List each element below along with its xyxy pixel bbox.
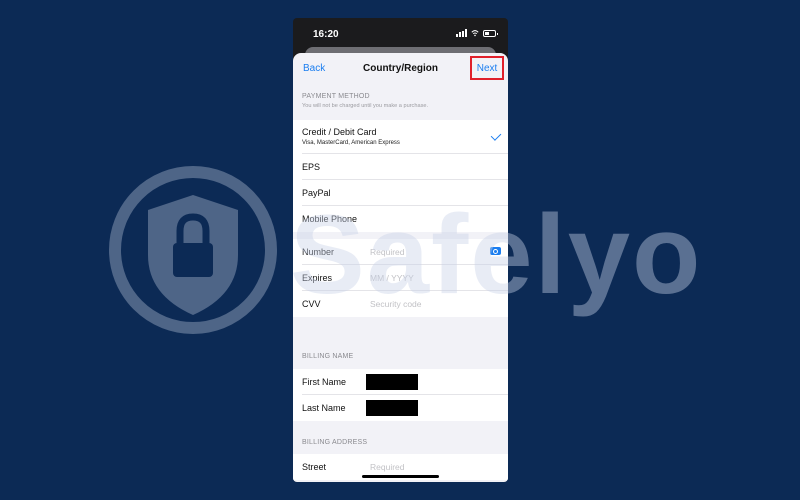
status-icons: [456, 29, 498, 37]
cvv-row[interactable]: CVV Security code: [302, 291, 508, 317]
card-number-row[interactable]: Number Required: [302, 239, 508, 265]
option-label: Mobile Phone: [302, 214, 358, 224]
payment-option-card[interactable]: Credit / Debit Card Visa, MasterCard, Am…: [302, 120, 508, 154]
section-title: BILLING NAME: [302, 353, 354, 360]
camera-icon[interactable]: [490, 247, 501, 255]
shield-lock-icon: [109, 166, 277, 334]
option-label: Credit / Debit Card: [302, 127, 377, 137]
billing-address-header: BILLING ADDRESS: [293, 421, 508, 454]
billing-name-fields: First Name Last Name: [293, 369, 508, 421]
payment-option-paypal[interactable]: PayPal: [302, 180, 508, 206]
signal-icon: [456, 29, 467, 37]
option-label: PayPal: [302, 188, 331, 198]
card-details: Number Required Expires MM / YYYY CVV Se…: [293, 239, 508, 317]
divider-space: [293, 232, 508, 239]
billing-name-header: BILLING NAME: [293, 343, 508, 369]
field-label: Last Name: [302, 403, 346, 413]
field-label: CVV: [302, 299, 321, 309]
cvv-input[interactable]: Security code: [370, 299, 422, 309]
last-name-row[interactable]: Last Name: [302, 395, 508, 421]
redacted-first-name[interactable]: [366, 374, 418, 390]
section-note: You will not be charged until you make a…: [302, 103, 429, 109]
payment-option-eps[interactable]: EPS: [302, 154, 508, 180]
wifi-icon: [471, 30, 479, 37]
option-label: EPS: [302, 162, 321, 172]
payment-option-mobile-phone[interactable]: Mobile Phone: [302, 206, 508, 232]
payment-sheet: Back Country/Region Next PAYMENT METHOD …: [293, 53, 508, 482]
card-number-input[interactable]: Required: [370, 247, 405, 257]
next-button[interactable]: Next: [470, 56, 504, 80]
field-label: First Name: [302, 377, 347, 387]
first-name-row[interactable]: First Name: [302, 369, 508, 395]
payment-method-header: PAYMENT METHOD You will not be charged u…: [293, 87, 508, 120]
field-label: Number: [302, 247, 335, 257]
street-input[interactable]: Required: [370, 462, 405, 472]
expiry-input[interactable]: MM / YYYY: [370, 273, 414, 283]
expiry-row[interactable]: Expires MM / YYYY: [302, 265, 508, 291]
divider-space: [293, 317, 508, 343]
field-label: Expires: [302, 273, 333, 283]
phone-screen: 16:20 Back Country/Region Next PAYMENT M…: [293, 18, 508, 482]
home-indicator: [362, 475, 439, 478]
battery-icon: [483, 29, 498, 37]
checkmark-icon: [490, 130, 502, 141]
field-label: Street: [302, 462, 327, 472]
section-title: PAYMENT METHOD: [302, 93, 370, 100]
next-button-label: Next: [476, 62, 498, 74]
section-title: BILLING ADDRESS: [302, 439, 368, 446]
redacted-last-name[interactable]: [366, 400, 418, 416]
navigation-bar: Back Country/Region Next: [293, 53, 508, 87]
status-time: 16:20: [313, 29, 339, 40]
payment-method-list: Credit / Debit Card Visa, MasterCard, Am…: [293, 120, 508, 232]
option-sublabel: Visa, MasterCard, American Express: [302, 140, 400, 146]
